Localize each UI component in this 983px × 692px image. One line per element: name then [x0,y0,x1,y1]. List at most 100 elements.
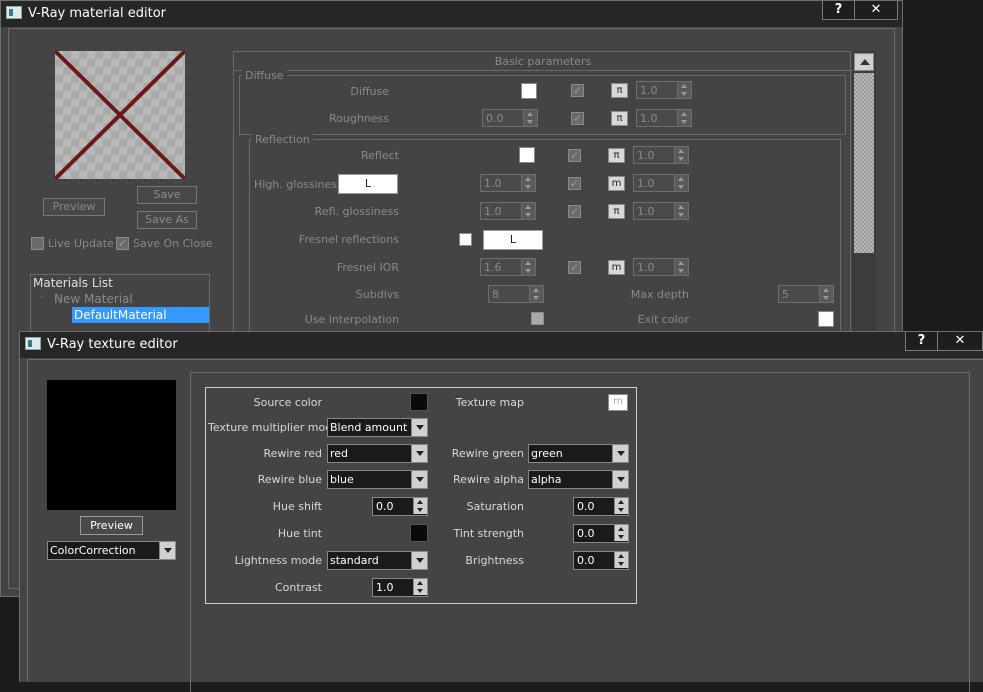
reflect-map-checkbox[interactable]: ✓ [568,149,581,162]
rewire-green-label: Rewire green [451,447,524,460]
use-interpolation-label: Use interpolation [304,313,399,326]
rewire-alpha-dropdown[interactable]: alpha [528,470,629,489]
diffuse-map-button[interactable]: π [611,83,628,98]
source-color-label: Source color [253,396,322,409]
roughness-map-checkbox[interactable]: ✓ [571,112,584,125]
subdivs-spinner[interactable]: 8 [488,285,544,303]
texture-multiplier-mode-label: Texture multiplier mode [208,421,339,434]
saturation-label: Saturation [466,500,524,513]
high-glossiness-lock-button[interactable]: L [338,174,398,194]
exit-color-swatch[interactable] [818,311,834,327]
fresnel-ior-tex-mult-spinner[interactable]: 1.0 [633,258,689,276]
saturation-spinner[interactable]: 0.0 [573,497,629,516]
material-preview-image [55,51,185,179]
diffuse-label: Diffuse [350,85,389,98]
hue-tint-label: Hue tint [277,527,322,540]
material-editor-titlebar[interactable]: V-Ray material editor ? ✕ [1,1,902,27]
texture-preview-image [47,380,176,510]
exit-color-label: Exit color [637,313,689,326]
scroll-thumb[interactable] [854,73,874,253]
rewire-red-label: Rewire red [263,447,322,460]
roughness-map-button[interactable]: π [611,111,628,126]
fresnel-reflections-label: Fresnel reflections [298,233,399,246]
rewire-blue-dropdown[interactable]: blue [327,470,428,489]
save-as-button[interactable]: Save As [137,211,197,229]
high-glossiness-tex-mult-spinner[interactable]: 1.0 [633,174,689,192]
fresnel-reflections-checkbox[interactable] [459,233,472,246]
high-glossiness-map-checkbox[interactable]: ✓ [568,177,581,190]
refl-glossiness-tex-mult-spinner[interactable]: 1.0 [633,202,689,220]
save-button[interactable]: Save [137,186,197,204]
diffuse-color-swatch[interactable] [521,83,537,99]
default-material-item[interactable]: DefaultMaterial [72,307,209,323]
tint-strength-label: Tint strength [453,527,524,540]
texture-editor-titlebar[interactable]: V-Ray texture editor ? ✕ [20,332,983,358]
roughness-spinner[interactable]: 0.0 [482,109,538,127]
texture-map-button[interactable]: m [608,394,628,411]
diffuse-group-caption: Diffuse [242,69,287,82]
fresnel-ior-spinner[interactable]: 1.6 [480,258,536,276]
hue-shift-label: Hue shift [272,500,322,513]
rollout-scrollbar[interactable] [852,51,876,341]
high-glossiness-label: High. glossiness [254,178,343,191]
texture-editor-title: V-Ray texture editor [47,337,178,352]
texture-editor-client: Preview ColorCorrection Source color Tex… [27,359,983,692]
app-icon [6,6,22,19]
source-color-swatch[interactable] [410,393,428,411]
hue-tint-swatch[interactable] [410,524,428,542]
reflect-color-swatch[interactable] [519,147,535,163]
high-glossiness-map-button[interactable]: m [608,176,625,191]
reflect-tex-mult-spinner[interactable]: 1.0 [633,146,689,164]
refl-glossiness-map-checkbox[interactable]: ✓ [568,205,581,218]
diffuse-map-checkbox[interactable]: ✓ [571,84,584,97]
brightness-label: Brightness [465,554,524,567]
new-material-item[interactable]: New Material [54,292,133,306]
high-glossiness-spinner[interactable]: 1.0 [480,174,536,192]
texture-multiplier-mode-dropdown[interactable]: Blend amount [327,418,428,437]
fresnel-ior-map-checkbox[interactable]: ✓ [568,261,581,274]
tree-expander-icon[interactable]: ◦ [39,293,44,303]
materials-list[interactable]: Materials List ◦ New Material DefaultMat… [30,274,210,334]
lightness-mode-dropdown[interactable]: standard [327,551,428,570]
roughness-label: Roughness [328,112,389,125]
rewire-alpha-label: Rewire alpha [452,473,524,486]
scroll-up-button[interactable] [854,53,874,71]
rewire-red-dropdown[interactable]: red [327,444,428,463]
use-interpolation-checkbox[interactable] [531,312,544,325]
fresnel-ior-label: Fresnel IOR [336,261,399,274]
texture-preview-button[interactable]: Preview [80,516,143,535]
save-on-close-checkbox[interactable]: ✓ [116,237,129,250]
refl-glossiness-spinner[interactable]: 1.0 [480,202,536,220]
save-on-close-label: Save On Close [133,237,213,250]
roughness-tex-mult-spinner[interactable]: 1.0 [636,109,692,127]
close-button[interactable]: ✕ [854,1,898,20]
subdivs-label: Subdivs [355,288,399,301]
fresnel-ior-map-button[interactable]: m [608,260,625,275]
max-depth-spinner[interactable]: 5 [778,285,834,303]
brightness-spinner[interactable]: 0.0 [573,551,629,570]
close-button[interactable]: ✕ [937,332,983,351]
reflect-label: Reflect [361,149,399,162]
hue-shift-spinner[interactable]: 0.0 [372,497,428,516]
rollout-title[interactable]: Basic parameters [234,55,852,68]
live-update-checkbox[interactable] [31,237,44,250]
refl-glossiness-map-button[interactable]: π [608,204,625,219]
material-preview-button[interactable]: Preview [43,198,105,216]
texture-type-dropdown[interactable]: ColorCorrection [47,541,176,560]
rewire-blue-label: Rewire blue [257,473,322,486]
texture-map-label: Texture map [455,396,524,409]
diffuse-tex-mult-spinner[interactable]: 1.0 [636,81,692,99]
reflect-map-button[interactable]: π [608,148,625,163]
contrast-label: Contrast [274,581,322,594]
rewire-green-dropdown[interactable]: green [528,444,629,463]
help-button[interactable]: ? [905,332,938,351]
material-editor-title: V-Ray material editor [28,6,167,21]
live-update-label: Live Update [48,237,114,250]
reflection-group-caption: Reflection [252,133,313,146]
fresnel-lock-button[interactable]: L [483,230,543,250]
contrast-spinner[interactable]: 1.0 [372,578,428,597]
refl-glossiness-label: Refl. glossiness [314,205,399,218]
help-button[interactable]: ? [822,1,855,20]
diffuse-group [239,75,846,135]
tint-strength-spinner[interactable]: 0.0 [573,524,629,543]
